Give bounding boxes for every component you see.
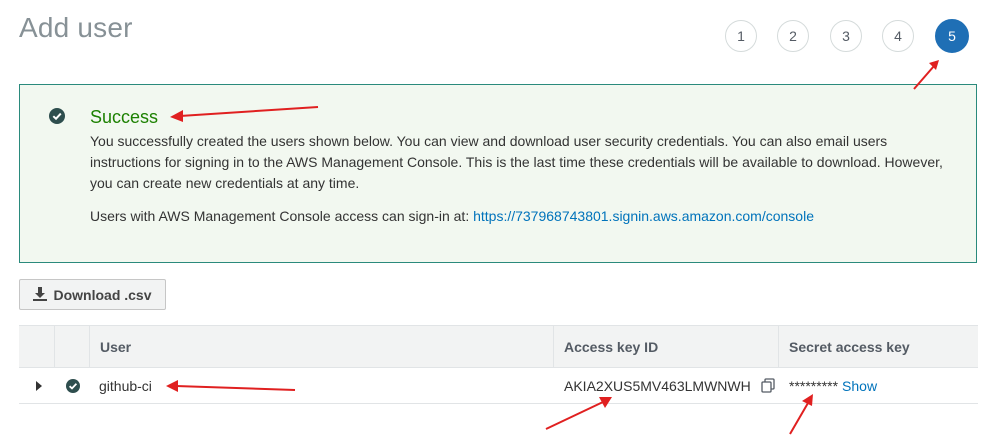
row-status (63, 368, 83, 403)
expand-row-icon[interactable] (29, 368, 49, 403)
users-table: User Access key ID Secret access key git… (19, 325, 978, 404)
access-key-cell: AKIA2XUS5MV463LMWNWH (564, 368, 775, 403)
step-3[interactable]: 3 (830, 20, 862, 52)
table-row: github-ci AKIA2XUS5MV463LMWNWH *********… (19, 368, 978, 404)
secret-key-cell: ********* Show (789, 368, 877, 403)
header-access-key[interactable]: Access key ID (553, 326, 778, 367)
header-expand-col (19, 326, 54, 367)
header-user[interactable]: User (89, 326, 553, 367)
step-2[interactable]: 2 (777, 20, 809, 52)
copy-icon[interactable] (761, 378, 775, 393)
user-name: github-ci (99, 377, 152, 394)
step-5-current[interactable]: 5 (935, 19, 969, 53)
check-circle-icon (49, 108, 65, 124)
table-header: User Access key ID Secret access key (19, 325, 978, 368)
download-icon (33, 287, 48, 301)
signin-url-link[interactable]: https://737968743801.signin.aws.amazon.c… (473, 208, 814, 224)
success-alert: Success You successfully created the use… (19, 84, 977, 263)
step-4[interactable]: 4 (882, 20, 914, 52)
header-status-col (54, 326, 89, 367)
check-circle-icon (66, 378, 80, 393)
page-title: Add user (19, 12, 133, 43)
download-csv-button[interactable]: Download .csv (19, 279, 166, 310)
signin-prefix: Users with AWS Management Console access… (90, 208, 474, 224)
alert-body: You successfully created the users shown… (90, 133, 943, 191)
signin-line: Users with AWS Management Console access… (90, 208, 814, 224)
header-secret-key[interactable]: Secret access key (778, 326, 978, 367)
show-secret-link[interactable]: Show (842, 378, 877, 394)
access-key-id: AKIA2XUS5MV463LMWNWH (564, 377, 751, 394)
secret-masked: ********* (789, 377, 839, 394)
download-label: Download .csv (53, 286, 152, 303)
arrow-to-access-key (545, 401, 604, 430)
alert-heading: Success (90, 107, 159, 127)
step-1[interactable]: 1 (725, 20, 757, 52)
arrow-to-secret (789, 402, 809, 435)
